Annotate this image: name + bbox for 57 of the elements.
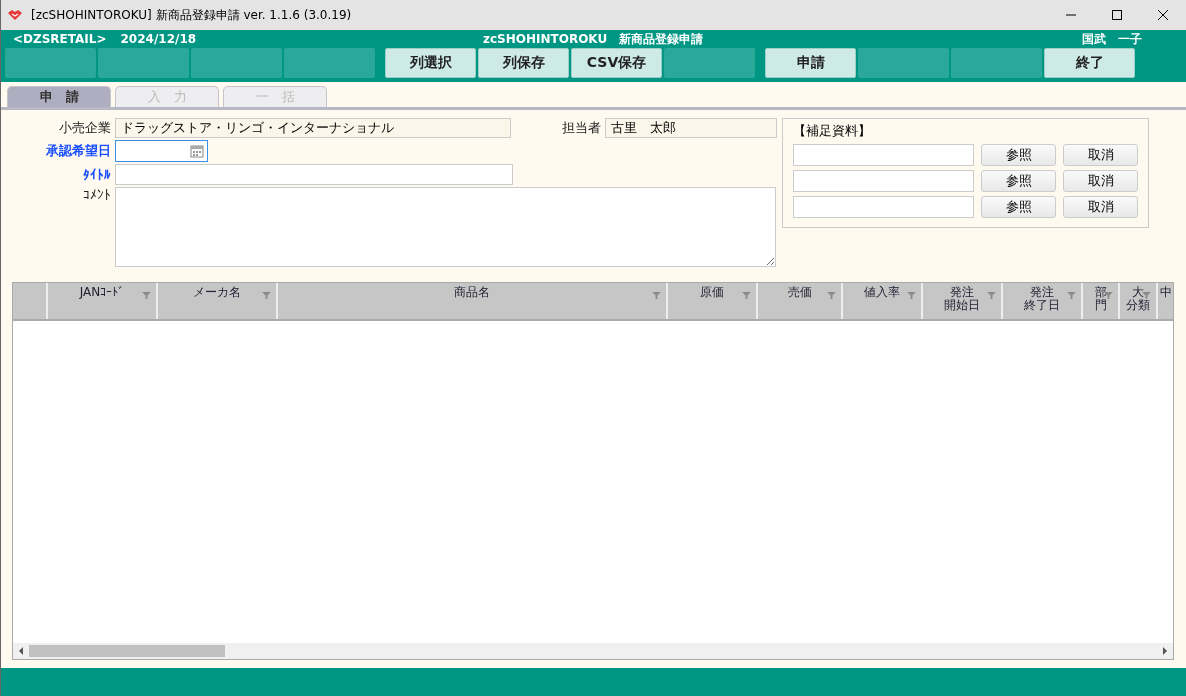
field-label: ﾀｲﾄﾙ [82, 167, 111, 182]
column-header[interactable]: メーカ名 [193, 283, 241, 319]
panel-title: 【補足資料】 [793, 122, 872, 140]
column-header[interactable]: JANｺｰﾄﾞ [79, 283, 125, 319]
column-header[interactable]: 部 門 [1094, 283, 1107, 319]
column-header[interactable]: 大 分類 [1126, 283, 1150, 319]
calendar-icon[interactable] [190, 144, 204, 158]
scroll-left-icon[interactable] [18, 647, 24, 655]
title-field[interactable] [115, 164, 513, 185]
tab[interactable]: 申 請 [7, 86, 111, 107]
filter-icon[interactable] [142, 291, 151, 300]
company-code: <DZSRETAIL> [13, 32, 107, 46]
date-field[interactable] [115, 140, 208, 162]
file-field[interactable] [793, 144, 974, 166]
file-field[interactable] [793, 196, 974, 218]
user-name: 国武 一子 [1082, 30, 1143, 48]
field-label: ｺﾒﾝﾄ [82, 187, 111, 202]
filter-icon[interactable] [987, 291, 996, 300]
window-title: [zcSHOHINTOROKU] 新商品登録申請 ver. 1.1.6 (3.0.19) [31, 6, 353, 24]
filter-icon[interactable] [907, 291, 916, 300]
column-header[interactable]: 発注 終了日 [1024, 283, 1060, 319]
scroll-right-icon[interactable] [1162, 647, 1168, 655]
filter-icon[interactable] [827, 291, 836, 300]
file-field[interactable] [793, 170, 974, 192]
column-header[interactable]: 売価 [787, 283, 812, 319]
browse-button[interactable]: 参照 [981, 170, 1056, 192]
staff-field: 古里 太郎 [605, 118, 777, 138]
filter-icon[interactable] [1142, 291, 1151, 300]
field-label: 承認希望日 [45, 142, 111, 160]
column-header[interactable]: 発注 開始日 [944, 283, 980, 319]
filter-icon[interactable] [262, 291, 271, 300]
filter-icon[interactable] [742, 291, 751, 300]
column-header[interactable]: 中 [1159, 283, 1172, 319]
filter-icon[interactable] [1067, 291, 1076, 300]
field-label: 小売企業 [58, 119, 111, 137]
header-date: 2024/12/18 [120, 32, 197, 46]
horizontal-scrollbar[interactable] [13, 643, 1173, 659]
browse-button[interactable]: 参照 [981, 196, 1056, 218]
function-button[interactable]: 列保存 [478, 48, 569, 78]
app-title: zcSHOHINTOROKU 新商品登録申請 [483, 30, 705, 48]
maximize-icon[interactable] [1111, 9, 1123, 21]
function-button[interactable]: 申請 [765, 48, 856, 78]
column-header[interactable]: 値入率 [864, 283, 900, 319]
function-button[interactable]: CSV保存 [571, 48, 662, 78]
cancel-button[interactable]: 取消 [1063, 170, 1138, 192]
column-header[interactable]: 商品名 [454, 283, 490, 319]
function-button[interactable]: 列選択 [385, 48, 476, 78]
cancel-button[interactable]: 取消 [1063, 144, 1138, 166]
column-header[interactable]: 原価 [700, 283, 724, 319]
function-button[interactable]: 終了 [1044, 48, 1135, 78]
close-icon[interactable] [1157, 9, 1169, 21]
cancel-button[interactable]: 取消 [1063, 196, 1138, 218]
filter-icon[interactable] [652, 291, 661, 300]
retailer-field: ドラッグストア・リンゴ・インターナショナル [115, 118, 511, 138]
browse-button[interactable]: 参照 [981, 144, 1056, 166]
field-label: 担当者 [561, 119, 601, 137]
comment-field[interactable] [115, 187, 776, 267]
